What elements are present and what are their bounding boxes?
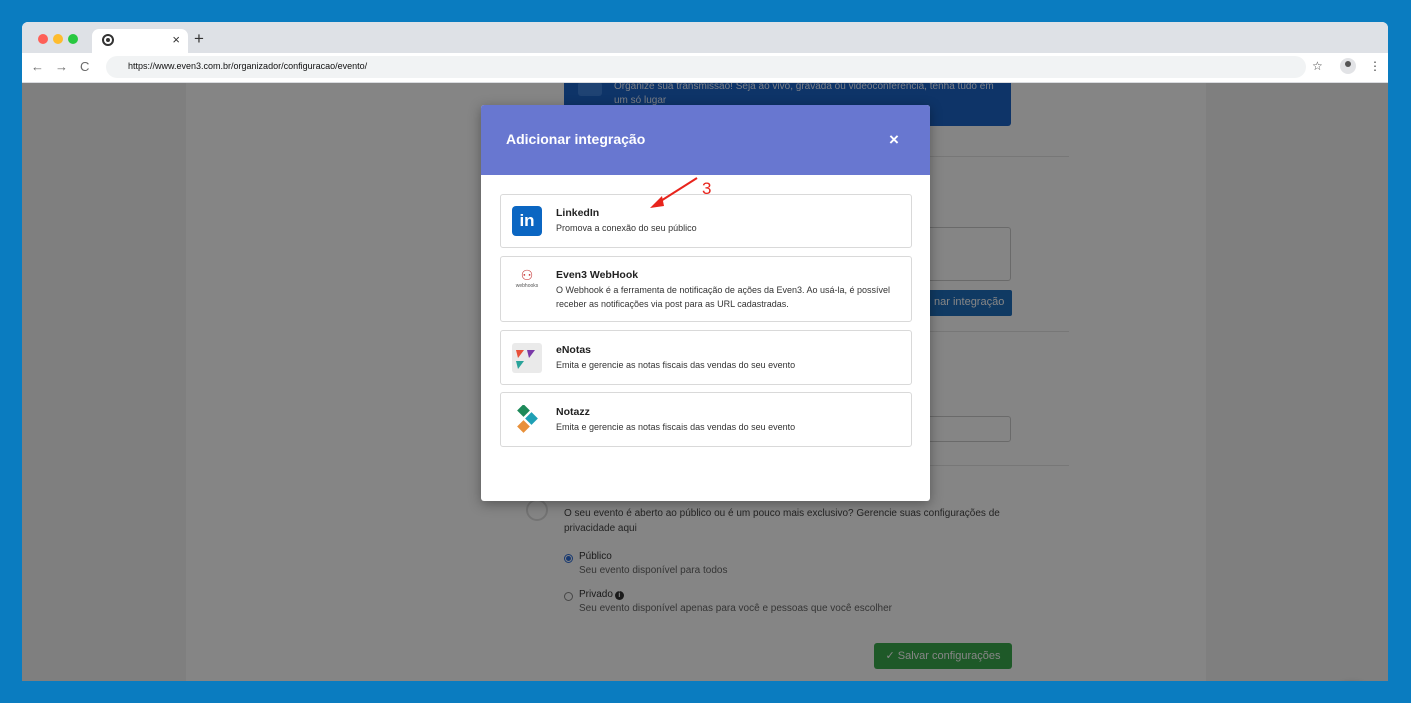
enotas-icon — [512, 343, 542, 373]
tab-close-icon[interactable]: × — [172, 32, 180, 47]
integration-name: LinkedIn — [556, 207, 600, 219]
annotation-label: 3 — [702, 179, 711, 198]
maximize-window-button[interactable] — [68, 34, 78, 44]
tab-strip: × + — [22, 22, 1388, 53]
close-icon[interactable]: × — [889, 131, 899, 149]
browser-window: × + ← → C https://www.even3.com.br/organ… — [22, 22, 1388, 681]
integration-name: Even3 WebHook — [556, 269, 639, 281]
integration-card-webhook[interactable]: ⚇ webhooks Even3 WebHook O Webhook é a f… — [500, 256, 912, 322]
integration-name: Notazz — [556, 406, 590, 418]
browser-menu-icon[interactable]: ⋮ — [1369, 59, 1381, 73]
integration-description: Promova a conexão do seu público — [556, 223, 697, 233]
chrome-favicon-icon — [102, 34, 114, 46]
webhook-icon: ⚇ webhooks — [515, 267, 539, 289]
forward-icon[interactable]: → — [55, 59, 68, 74]
add-integration-modal: Adicionar integração × in LinkedIn Promo… — [481, 105, 930, 501]
modal-header: Adicionar integração × — [481, 105, 930, 175]
reload-icon[interactable]: C — [80, 59, 89, 74]
integration-description: Emita e gerencie as notas fiscais das ve… — [556, 422, 796, 432]
integration-description: Emita e gerencie as notas fiscais das ve… — [556, 360, 796, 370]
integration-card-notazz[interactable]: Notazz Emita e gerencie as notas fiscais… — [500, 392, 912, 447]
annotation-arrow: 3 — [650, 177, 711, 208]
browser-tab[interactable]: × — [92, 29, 188, 53]
close-window-button[interactable] — [38, 34, 48, 44]
notazz-icon — [512, 404, 542, 435]
modal-title: Adicionar integração — [506, 131, 646, 147]
integration-name: eNotas — [556, 344, 592, 356]
new-tab-button[interactable]: + — [194, 30, 204, 48]
browser-toolbar: ← → C https://www.even3.com.br/organizad… — [22, 53, 1388, 83]
integration-description: O Webhook é a ferramenta de notificação … — [556, 285, 891, 309]
back-icon[interactable]: ← — [31, 59, 44, 74]
minimize-window-button[interactable] — [53, 34, 63, 44]
linkedin-icon: in — [512, 206, 542, 236]
url-text: https://www.even3.com.br/organizador/con… — [128, 61, 368, 71]
profile-avatar-icon[interactable] — [1340, 58, 1356, 74]
bookmark-star-icon[interactable]: ☆ — [1312, 59, 1323, 73]
address-bar[interactable]: https://www.even3.com.br/organizador/con… — [106, 56, 1306, 78]
integration-card-enotas[interactable]: eNotas Emita e gerencie as notas fiscais… — [500, 330, 912, 385]
